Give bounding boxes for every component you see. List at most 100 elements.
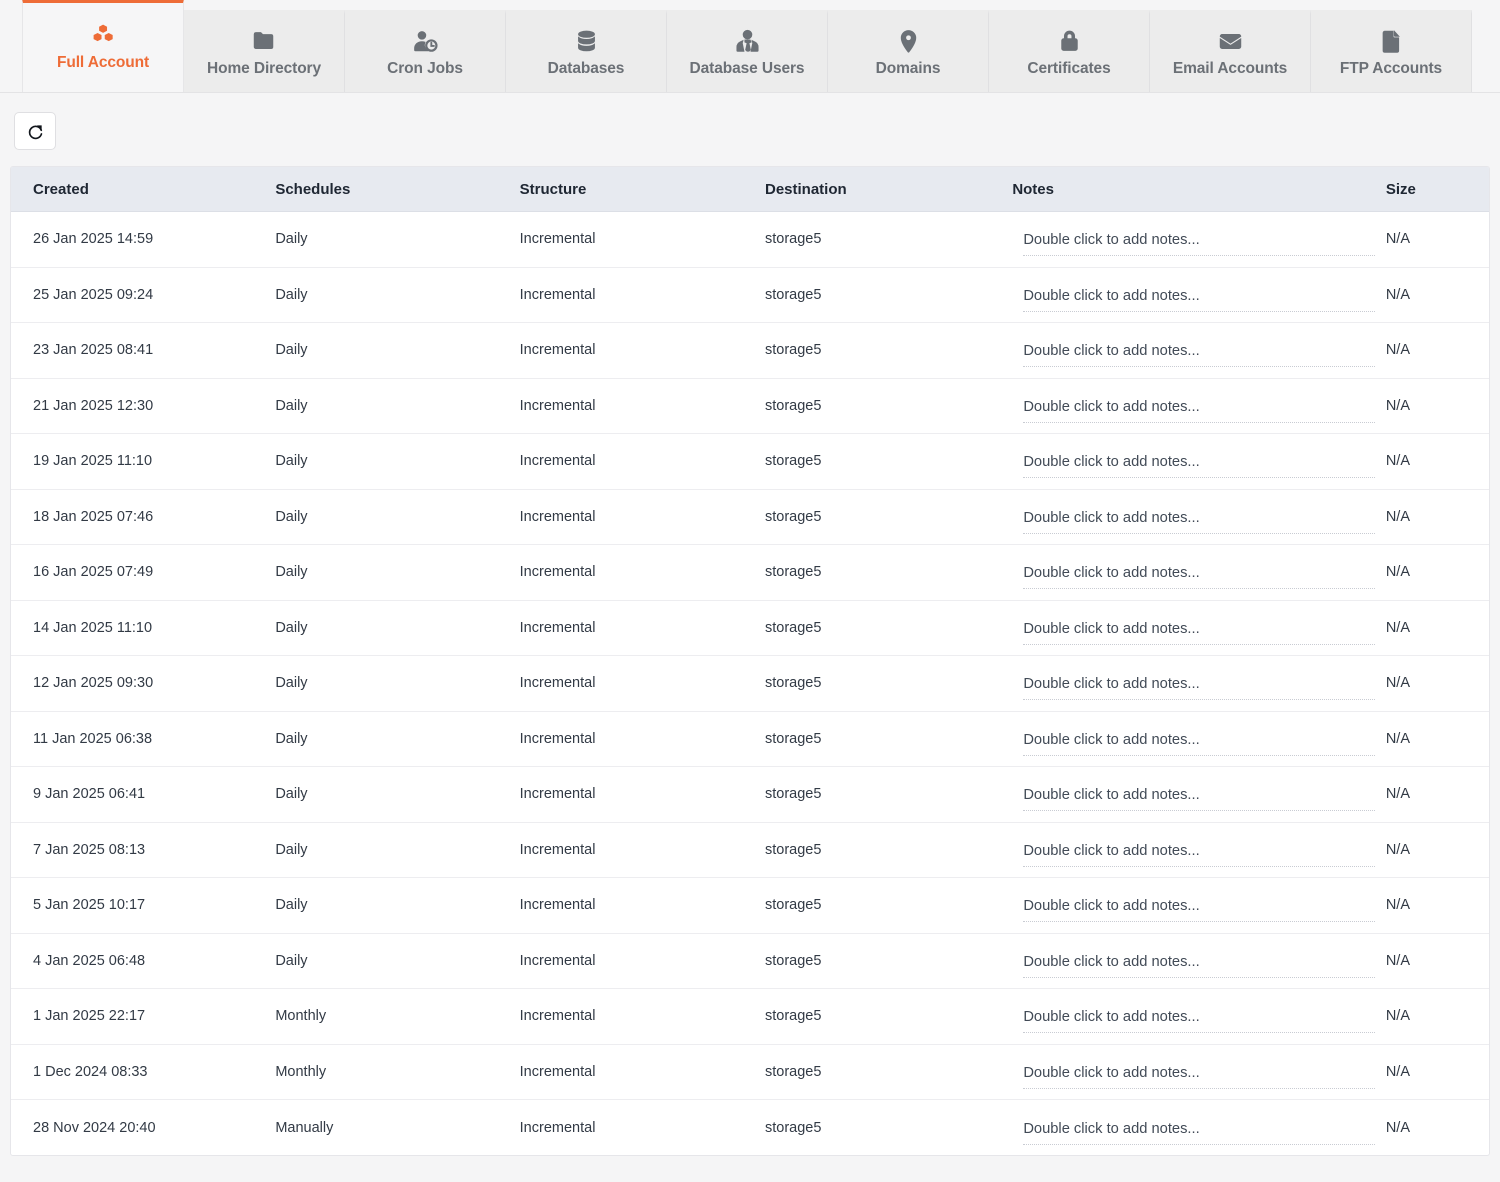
cell-structure: Incremental: [503, 600, 751, 656]
cell-created: 18 Jan 2025 07:46: [11, 489, 259, 545]
cell-notes: Double click to add notes...: [998, 489, 1376, 545]
tab-label: Cron Jobs: [387, 59, 463, 77]
cell-destination: storage5: [750, 988, 999, 1045]
column-header-schedules[interactable]: Schedules: [258, 167, 504, 212]
cell-size: N/A: [1368, 655, 1489, 712]
cell-size: N/A: [1368, 267, 1489, 323]
tab-label: Full Account: [56, 54, 150, 71]
cell-created: 1 Dec 2024 08:33: [11, 1044, 259, 1100]
cell-size: N/A: [1368, 378, 1489, 434]
cell-schedule: Daily: [258, 766, 504, 823]
table-row[interactable]: 19 Jan 2025 11:10 Daily Incremental storage…: [11, 433, 1489, 490]
tab-home-directory[interactable]: Home Directory: [183, 10, 345, 92]
notes-editable-field[interactable]: Double click to add notes...: [1023, 339, 1376, 368]
notes-editable-field[interactable]: Double click to add notes...: [1023, 617, 1376, 645]
cell-size: N/A: [1368, 600, 1489, 656]
column-header-structure[interactable]: Structure: [503, 167, 751, 212]
tab-label: FTP Accounts: [1339, 59, 1443, 77]
map-marker-icon: [896, 29, 921, 55]
table-row[interactable]: 16 Jan 2025 07:49 Daily Incremental storage…: [11, 544, 1489, 601]
notes-editable-field[interactable]: Double click to add notes...: [1023, 1005, 1376, 1034]
cell-structure: Incremental: [519, 1119, 596, 1136]
notes-editable-field[interactable]: Double click to add notes...: [1023, 783, 1376, 812]
cell-notes: Double click to add notes...: [998, 711, 1376, 767]
tab-ftp-accounts[interactable]: FTP Accounts: [1310, 10, 1472, 92]
tab-databases[interactable]: Databases: [505, 10, 667, 92]
cell-notes: Double click to add notes...: [998, 211, 1376, 268]
notes-editable-field[interactable]: Double click to add notes...: [1023, 728, 1376, 756]
column-header-destination[interactable]: Destination: [750, 167, 999, 212]
notes-editable-field[interactable]: Double click to add notes...: [1023, 561, 1376, 590]
table-row[interactable]: 12 Jan 2025 09:30 Daily Incremental storage…: [11, 655, 1489, 712]
refresh-button[interactable]: [14, 112, 56, 150]
table-row[interactable]: 14 Jan 2025 11:10 Daily Incremental storage…: [11, 600, 1489, 656]
cell-notes: Double click to add notes...: [998, 1044, 1376, 1100]
cell-size: N/A: [1368, 711, 1489, 767]
cell-size: N/A: [1368, 489, 1489, 545]
table-body: 26 Jan 2025 14:59 Daily Incremental storage…: [11, 211, 1489, 1156]
notes-editable-field[interactable]: Double click to add notes...: [1023, 395, 1376, 423]
notes-editable-field[interactable]: Double click to add notes...: [1023, 950, 1376, 978]
tab-full-account[interactable]: Full Account: [22, 0, 184, 92]
notes-editable-field[interactable]: Double click to add notes...: [1023, 506, 1376, 534]
cell-structure: Incremental: [503, 378, 751, 434]
table-row[interactable]: 11 Jan 2025 06:38 Daily Incremental storage…: [11, 711, 1489, 767]
tab-database-users[interactable]: Database Users: [666, 10, 828, 92]
table-row[interactable]: 1 Jan 2025 22:17 Monthly Incremental storag…: [11, 988, 1489, 1045]
notes-editable-field[interactable]: Double click to add notes...: [1023, 1061, 1376, 1089]
notes-editable-field[interactable]: Double click to add notes...: [1023, 450, 1376, 479]
cell-schedule: Daily: [258, 600, 504, 656]
cell-notes: Double click to add notes...: [998, 933, 1376, 989]
cell-size: N/A: [1368, 1044, 1489, 1100]
cell-notes: Double click to add notes...: [998, 433, 1376, 490]
cell-structure: Incremental: [503, 1044, 751, 1100]
cell-structure: Incremental: [503, 711, 751, 767]
cell-created: 25 Jan 2025 09:24: [11, 267, 259, 323]
cell-schedule: Daily: [258, 655, 504, 712]
notes-editable-field[interactable]: Double click to add notes...: [1023, 284, 1376, 312]
cell-destination: storage5: [750, 1044, 999, 1100]
column-header-created[interactable]: Created: [11, 167, 259, 212]
boxes-icon: [91, 23, 116, 49]
cell-created: 5 Jan 2025 10:17: [11, 877, 259, 934]
notes-editable-field[interactable]: Double click to add notes...: [1023, 1117, 1376, 1145]
cell-destination: storage5: [750, 211, 999, 268]
tab-cron-jobs[interactable]: Cron Jobs: [344, 10, 506, 92]
user-clock-icon: [413, 29, 438, 55]
column-header-notes[interactable]: Notes: [998, 167, 1369, 212]
tab-email-accounts[interactable]: Email Accounts: [1149, 10, 1311, 92]
cell-created: 21 Jan 2025 12:30: [11, 378, 259, 434]
column-header-size[interactable]: Size: [1368, 167, 1489, 212]
cell-created: 28 Nov 2024 20:40: [33, 1119, 156, 1136]
cell-destination: storage5: [750, 766, 999, 823]
cell-notes: Double click to add notes...: [998, 600, 1376, 656]
cell-structure: Incremental: [503, 933, 751, 989]
table-row[interactable]: 21 Jan 2025 12:30 Daily Incremental storage…: [11, 378, 1489, 434]
cell-destination: storage5: [750, 322, 999, 379]
notes-editable-field[interactable]: Double click to add notes...: [1023, 228, 1376, 257]
cell-schedule: Daily: [258, 711, 504, 767]
table-row[interactable]: 5 Jan 2025 10:17 Daily Incremental storage5…: [11, 877, 1489, 934]
cell-size: N/A: [1385, 1119, 1410, 1136]
table-row[interactable]: 28 Nov 2024 20:40 Manually Incremental stor…: [11, 1100, 1489, 1156]
table-row[interactable]: 9 Jan 2025 06:41 Daily Incremental storage5…: [11, 766, 1489, 823]
tab-label: Database Users: [689, 59, 805, 77]
table-row[interactable]: 25 Jan 2025 09:24 Daily Incremental storage…: [11, 267, 1489, 323]
tab-certificates[interactable]: Certificates: [988, 10, 1150, 92]
table-row[interactable]: 7 Jan 2025 08:13 Daily Incremental storage5…: [11, 822, 1489, 878]
cell-size: N/A: [1368, 211, 1489, 268]
cell-schedule: Monthly: [258, 988, 504, 1045]
notes-editable-field[interactable]: Double click to add notes...: [1023, 839, 1376, 867]
cell-notes: Double click to add notes...: [998, 822, 1376, 878]
notes-editable-field[interactable]: Double click to add notes...: [1023, 672, 1376, 701]
table-row[interactable]: 1 Dec 2024 08:33 Monthly Incremental storag…: [11, 1044, 1489, 1100]
cell-destination: storage5: [764, 1119, 822, 1136]
table-row[interactable]: 23 Jan 2025 08:41 Daily Incremental storage…: [11, 322, 1489, 379]
tab-domains[interactable]: Domains: [827, 10, 989, 92]
cell-size: N/A: [1368, 322, 1489, 379]
table-row[interactable]: 18 Jan 2025 07:46 Daily Incremental storage…: [11, 489, 1489, 545]
table-row[interactable]: 4 Jan 2025 06:48 Daily Incremental storage5…: [11, 933, 1489, 989]
notes-editable-field[interactable]: Double click to add notes...: [1023, 894, 1376, 923]
cell-size: N/A: [1368, 766, 1489, 823]
table-row[interactable]: 26 Jan 2025 14:59 Daily Incremental storage…: [11, 211, 1489, 268]
